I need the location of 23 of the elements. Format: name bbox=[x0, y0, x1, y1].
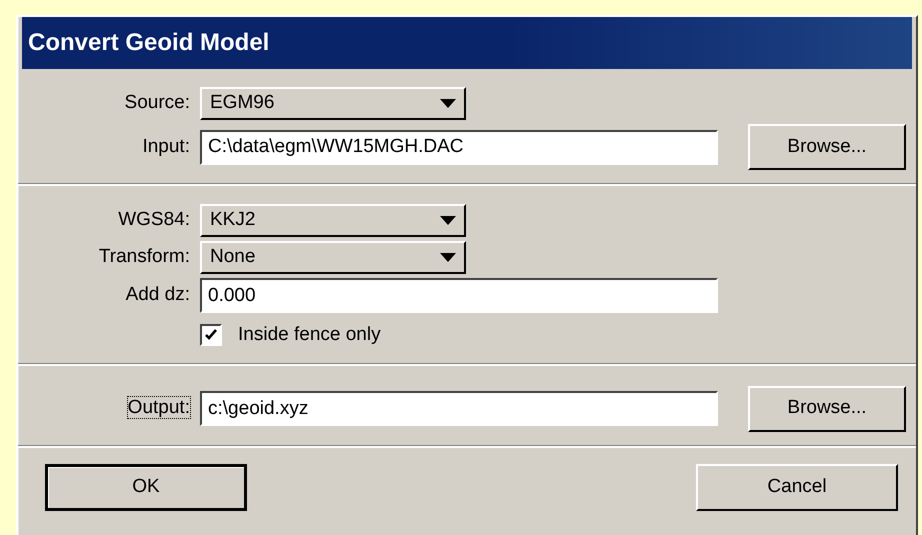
field-label: Source: bbox=[124, 92, 190, 114]
window-title: Convert Geoid Model bbox=[22, 17, 912, 69]
dropdown[interactable]: EGM96 bbox=[200, 87, 466, 120]
field-label: Transform: bbox=[98, 246, 190, 268]
browse-button[interactable]: Browse... bbox=[748, 386, 906, 432]
check-icon bbox=[204, 328, 218, 342]
checkbox[interactable] bbox=[200, 324, 222, 346]
dialog-button[interactable]: OK bbox=[45, 464, 247, 510]
field-label: Output: bbox=[128, 397, 190, 418]
text-field[interactable]: c:\geoid.xyz bbox=[200, 391, 718, 426]
dropdown-arrow-icon bbox=[440, 99, 456, 108]
field-label: WGS84: bbox=[118, 209, 190, 230]
browse-button[interactable]: Browse... bbox=[748, 124, 906, 170]
dropdown[interactable]: KKJ2 bbox=[200, 204, 466, 237]
checkbox-label: Inside fence only bbox=[238, 323, 381, 347]
dropdown-arrow-icon bbox=[440, 216, 456, 225]
text-field[interactable]: 0.000 bbox=[200, 278, 718, 313]
field-label: Input: bbox=[142, 136, 190, 157]
dropdown[interactable]: None bbox=[200, 241, 466, 274]
dropdown-arrow-icon bbox=[440, 253, 456, 262]
dialog-button[interactable]: Cancel bbox=[696, 464, 898, 510]
field-label: Add dz: bbox=[126, 284, 190, 306]
text-field[interactable]: C:\data\egm\WW15MGH.DAC bbox=[200, 130, 718, 164]
